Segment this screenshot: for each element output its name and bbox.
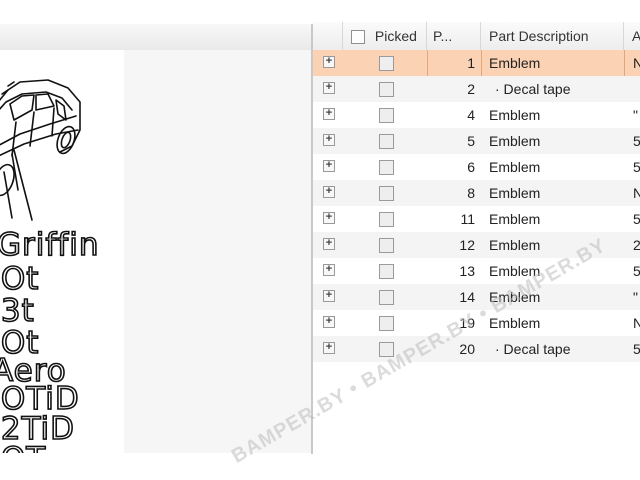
part-description-cell: Emblem	[489, 55, 541, 71]
expand-icon[interactable]: +	[323, 290, 335, 302]
picked-checkbox[interactable]	[379, 82, 394, 97]
table-row[interactable]: +6 Emblem 5	[313, 154, 640, 180]
part-description-cell: Emblem	[489, 185, 541, 201]
position-cell: 20	[459, 341, 475, 357]
truncated-column-cell: 5	[633, 133, 640, 149]
position-cell: 13	[459, 263, 475, 279]
part-description-cell: Emblem	[489, 107, 541, 123]
part-description-cell: Emblem	[489, 237, 541, 253]
header-next-column[interactable]: A	[624, 22, 640, 50]
truncated-column-cell: N	[633, 185, 640, 201]
header-expander-column	[313, 22, 343, 50]
truncated-column-cell: 5	[633, 159, 640, 175]
expand-icon[interactable]: +	[323, 56, 335, 68]
table-row[interactable]: +12 Emblem 2	[313, 232, 640, 258]
table-row[interactable]: +5 Emblem 5	[313, 128, 640, 154]
truncated-column-cell: "	[633, 107, 638, 123]
table-row[interactable]: +19 Emblem N	[313, 310, 640, 336]
expand-icon[interactable]: +	[323, 316, 335, 328]
parts-diagram[interactable]: Griffin .Ot .3t .Ot Aero .OTiD .2TiD .OT	[0, 50, 124, 453]
picked-checkbox[interactable]	[379, 56, 394, 71]
truncated-column-cell: 5	[633, 263, 640, 279]
part-description-cell: · Decal tape	[495, 341, 571, 357]
expand-icon[interactable]: +	[323, 212, 335, 224]
part-description-cell: Emblem	[489, 133, 541, 149]
expand-icon[interactable]: +	[323, 264, 335, 276]
position-cell: 12	[459, 237, 475, 253]
position-cell: 14	[459, 289, 475, 305]
part-description-cell: Emblem	[489, 263, 541, 279]
position-cell: 2	[467, 81, 475, 97]
truncated-column-cell: N	[633, 55, 640, 71]
position-cell: 1	[467, 55, 475, 71]
position-cell: 8	[467, 185, 475, 201]
selected-cell-divider	[481, 50, 482, 76]
model-label-griffin: Griffin	[0, 227, 100, 263]
truncated-column-cell: 2	[633, 237, 640, 253]
model-label-2-0t: .Ot	[0, 261, 40, 297]
position-cell: 11	[460, 211, 475, 227]
picked-checkbox[interactable]	[379, 316, 394, 331]
expand-icon[interactable]: +	[323, 82, 335, 94]
header-picked[interactable]: Picked	[343, 22, 427, 50]
position-cell: 19	[459, 315, 475, 331]
table-row[interactable]: +4 Emblem "	[313, 102, 640, 128]
parts-grid: Picked P... Part Description A +1 Emblem N…	[313, 18, 640, 458]
truncated-column-cell: "	[633, 289, 638, 305]
table-row[interactable]: +14 Emblem "	[313, 284, 640, 310]
picked-checkbox[interactable]	[379, 212, 394, 227]
select-all-checkbox[interactable]	[351, 30, 365, 45]
picked-checkbox[interactable]	[379, 238, 394, 253]
picked-checkbox[interactable]	[379, 290, 394, 305]
table-row[interactable]: +2 · Decal tape	[313, 76, 640, 102]
expand-icon[interactable]: +	[323, 186, 335, 198]
expand-icon[interactable]: +	[323, 108, 335, 120]
position-cell: 4	[467, 107, 475, 123]
truncated-column-cell: N	[633, 315, 640, 331]
picked-checkbox[interactable]	[379, 160, 394, 175]
table-row[interactable]: +20 · Decal tape 5	[313, 336, 640, 362]
header-part-description[interactable]: Part Description	[481, 22, 624, 50]
table-row[interactable]: +13 Emblem 5	[313, 258, 640, 284]
selected-cell-divider	[624, 50, 625, 76]
grid-header: Picked P... Part Description A	[313, 22, 640, 51]
expand-icon[interactable]: +	[323, 238, 335, 250]
model-label-2-3t: .3t	[0, 293, 35, 329]
part-description-cell: Emblem	[489, 159, 541, 175]
header-position[interactable]: P...	[427, 22, 481, 50]
truncated-column-cell	[633, 76, 640, 102]
position-cell: 6	[467, 159, 475, 175]
selected-cell-divider	[427, 50, 428, 76]
table-row[interactable]: +11 Emblem 5	[313, 206, 640, 232]
table-row[interactable]: +8 Emblem N	[313, 180, 640, 206]
model-label-partial: .OT	[0, 443, 46, 453]
picked-checkbox[interactable]	[379, 134, 394, 149]
part-description-cell: · Decal tape	[495, 81, 571, 97]
part-description-cell: Emblem	[489, 289, 541, 305]
expand-icon[interactable]: +	[323, 134, 335, 146]
picked-checkbox[interactable]	[379, 342, 394, 357]
expand-icon[interactable]: +	[323, 160, 335, 172]
expand-icon[interactable]: +	[323, 342, 335, 354]
diagram-panel-header	[0, 24, 312, 51]
picked-checkbox[interactable]	[379, 264, 394, 279]
part-description-cell: Emblem	[489, 315, 541, 331]
part-description-cell: Emblem	[489, 211, 541, 227]
table-row[interactable]: +1 Emblem N	[313, 50, 640, 76]
picked-checkbox[interactable]	[379, 186, 394, 201]
truncated-column-cell: 5	[633, 341, 640, 357]
truncated-column-cell: 5	[633, 211, 640, 227]
header-picked-label: Picked	[374, 28, 417, 44]
picked-checkbox[interactable]	[379, 108, 394, 123]
position-cell: 5	[467, 133, 475, 149]
